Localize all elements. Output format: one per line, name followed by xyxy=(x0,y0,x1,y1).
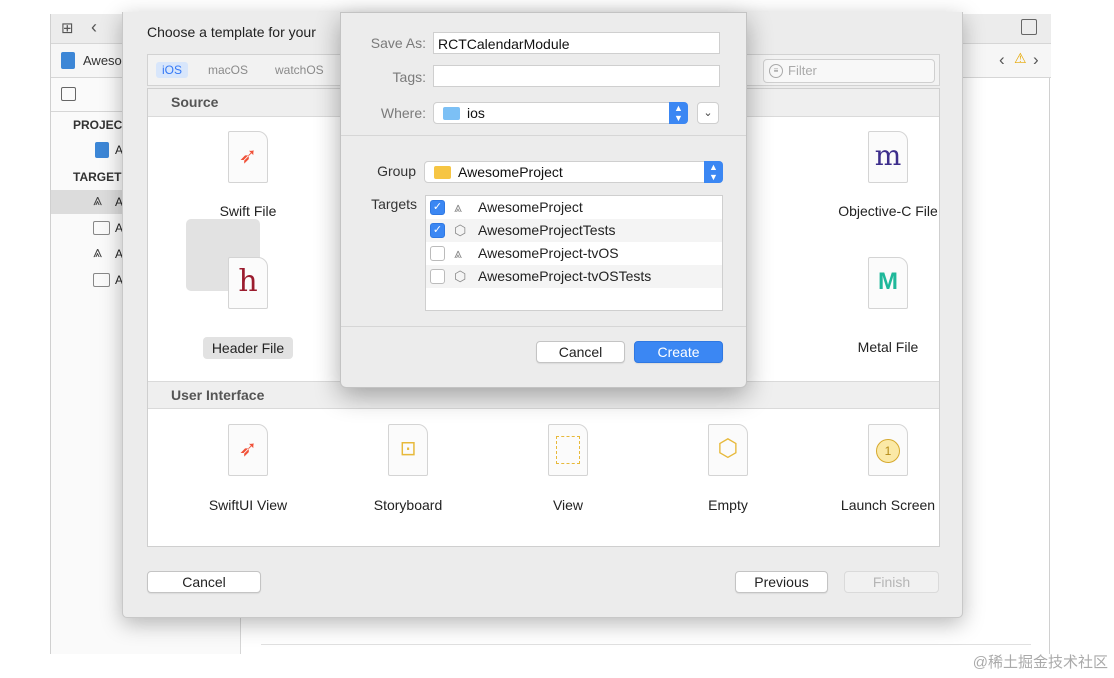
filter-icon: ≡ xyxy=(769,64,783,78)
template-label: Metal File xyxy=(857,339,919,355)
file-tab-label[interactable]: Aweso xyxy=(83,53,122,68)
target-row[interactable]: ⬡ AwesomeProject-tvOSTests xyxy=(426,265,722,288)
template-label: Launch Screen xyxy=(840,497,936,513)
test-target-icon: ⬡ xyxy=(454,268,467,284)
save-dialog: Save As: Tags: Where: ios ▲▼ ⌄ Group Awe… xyxy=(340,12,747,388)
launch-badge: 1 xyxy=(876,439,900,463)
view-outline xyxy=(556,436,580,464)
storyboard-icon: ⊡ xyxy=(388,424,428,476)
filter-placeholder: Filter xyxy=(788,63,817,78)
divider xyxy=(341,135,746,136)
folder-icon xyxy=(434,166,451,179)
sidebar-section-targets: TARGET xyxy=(73,170,122,184)
launch-screen-icon: 1 xyxy=(868,424,908,476)
target-row[interactable]: ✓ ⬡ AwesomeProjectTests xyxy=(426,219,722,242)
save-as-field[interactable] xyxy=(433,32,720,54)
template-objective-c-file[interactable]: m Objective-C File xyxy=(813,131,963,251)
template-empty[interactable]: ⬡ Empty xyxy=(653,424,803,544)
test-target-icon xyxy=(93,221,110,235)
template-label: SwiftUI View xyxy=(208,497,288,513)
swift-icon: ➶ xyxy=(228,424,268,476)
targets-label: Targets xyxy=(371,196,417,212)
inspector-toggle-icon[interactable] xyxy=(1021,19,1037,35)
m-icon: m xyxy=(868,131,908,183)
view-icon xyxy=(548,424,588,476)
template-label: Swift File xyxy=(219,203,277,219)
template-label: View xyxy=(552,497,584,513)
prev-issue-icon[interactable]: ‹ xyxy=(999,50,1005,70)
app-target-icon: ⩓ xyxy=(93,244,103,261)
checkbox-checked[interactable]: ✓ xyxy=(430,223,445,238)
template-header-file[interactable]: h Header File xyxy=(173,257,323,377)
where-value: ios xyxy=(467,105,485,121)
template-swiftui-view[interactable]: ➶ SwiftUI View xyxy=(173,424,323,544)
target-row[interactable]: ✓ ⩓ AwesomeProject xyxy=(426,196,722,219)
target-row[interactable]: ⩓ AwesomeProject-tvOS xyxy=(426,242,722,265)
sheet-title: Choose a template for your xyxy=(147,24,316,40)
template-metal-file[interactable]: M Metal File xyxy=(813,257,963,377)
test-target-icon xyxy=(93,273,110,287)
template-label: Header File xyxy=(203,337,293,359)
tab-ios[interactable]: iOS xyxy=(156,62,189,78)
h-icon: h xyxy=(228,257,268,309)
expand-button[interactable]: ⌄ xyxy=(697,102,719,124)
popup-stepper-icon: ▲ ▼ xyxy=(669,102,688,124)
test-target-icon: ⬡ xyxy=(454,222,467,238)
template-label: Empty xyxy=(708,497,748,513)
template-label: Objective-C File xyxy=(838,203,938,219)
save-as-label: Save As: xyxy=(370,35,426,51)
app-target-icon: ⩓ xyxy=(454,199,462,215)
template-launch-screen[interactable]: 1 Launch Screen xyxy=(813,424,963,544)
template-storyboard[interactable]: ⊡ Storyboard xyxy=(333,424,483,544)
checkbox-unchecked[interactable] xyxy=(430,246,445,261)
tags-label: Tags: xyxy=(392,69,426,85)
swift-icon: ➶ xyxy=(228,131,268,183)
sidebar-section-project: PROJEC xyxy=(73,118,123,132)
target-name: AwesomeProject-tvOSTests xyxy=(478,268,652,284)
empty-icon: ⬡ xyxy=(708,424,748,476)
previous-button[interactable]: Previous xyxy=(735,571,828,593)
target-name: AwesomeProject xyxy=(478,199,583,215)
group-label: Group xyxy=(377,163,416,179)
target-name: AwesomeProject-tvOS xyxy=(478,245,619,261)
checkbox-checked[interactable]: ✓ xyxy=(430,200,445,215)
project-file-icon xyxy=(61,52,75,69)
warning-icon[interactable]: ⚠ xyxy=(1014,50,1027,67)
tags-field[interactable] xyxy=(433,65,720,87)
group-popup[interactable]: AwesomeProject ▲ ▼ xyxy=(424,161,723,183)
next-issue-icon[interactable]: › xyxy=(1033,50,1039,70)
cancel-button[interactable]: Cancel xyxy=(147,571,261,593)
project-icon xyxy=(95,142,109,158)
where-label: Where: xyxy=(380,105,426,121)
dialog-cancel-button[interactable]: Cancel xyxy=(536,341,625,363)
checkbox-unchecked[interactable] xyxy=(430,269,445,284)
app-target-icon: ⩓ xyxy=(93,192,103,209)
divider xyxy=(341,326,746,327)
folder-icon xyxy=(443,107,460,120)
create-button[interactable]: Create xyxy=(634,341,723,363)
popup-stepper-icon: ▲ ▼ xyxy=(704,161,723,183)
template-view[interactable]: View xyxy=(493,424,643,544)
tab-watchos[interactable]: watchOS xyxy=(269,62,330,78)
template-label: Storyboard xyxy=(373,497,443,513)
watermark: @稀土掘金技术社区 xyxy=(972,654,1108,671)
grid-icon[interactable]: ⊞ xyxy=(61,19,74,37)
tab-macos[interactable]: macOS xyxy=(202,62,254,78)
sidebar-toggle-icon[interactable] xyxy=(61,87,76,101)
group-value: AwesomeProject xyxy=(458,164,563,180)
app-target-icon: ⩓ xyxy=(454,245,462,261)
filter-field[interactable]: ≡ Filter xyxy=(763,59,935,83)
targets-list: ✓ ⩓ AwesomeProject ✓ ⬡ AwesomeProjectTes… xyxy=(425,195,723,311)
finish-button[interactable]: Finish xyxy=(844,571,939,593)
target-name: AwesomeProjectTests xyxy=(478,222,616,238)
back-arrow-icon[interactable]: ‹ xyxy=(91,17,97,38)
where-popup[interactable]: ios ▲ ▼ xyxy=(433,102,688,124)
editor-divider xyxy=(261,644,1031,645)
metal-icon: M xyxy=(868,257,908,309)
